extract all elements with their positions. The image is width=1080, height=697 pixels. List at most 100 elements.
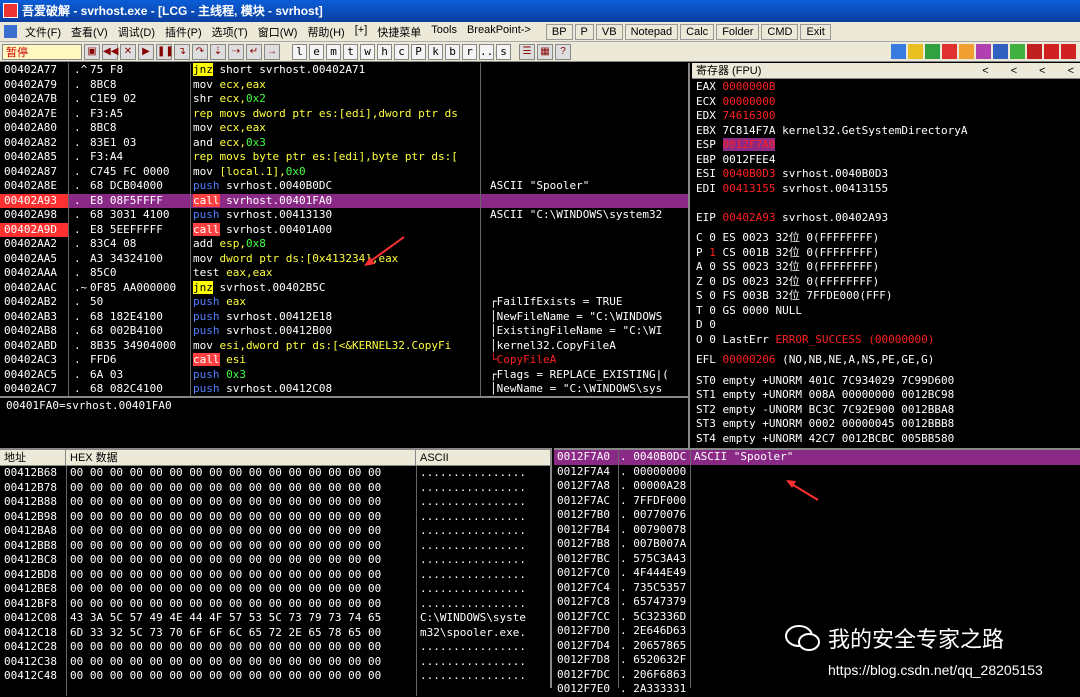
dump-row[interactable]: 00412C38 00 00 00 00 00 00 00 00 00 00 00… bbox=[0, 655, 550, 670]
menu-item[interactable]: Tools bbox=[426, 24, 462, 40]
disasm-row[interactable]: 00402A80. 8BC8 mov ecx,eax bbox=[0, 121, 688, 136]
flag-row[interactable]: D 0 bbox=[696, 318, 1080, 333]
disasm-row[interactable]: 00402AC7. 68 082C4100 push svrhost.00412C0… bbox=[0, 382, 688, 397]
plugin-icon-10[interactable] bbox=[1044, 44, 1059, 59]
tool-button[interactable]: CMD bbox=[761, 23, 799, 40]
menu-item[interactable]: [+] bbox=[350, 24, 373, 40]
dump-row[interactable]: 00412C28 00 00 00 00 00 00 00 00 00 00 00… bbox=[0, 640, 550, 655]
flag-value[interactable]: 0 bbox=[709, 289, 716, 302]
restart-icon[interactable]: ◀◀ bbox=[102, 43, 118, 60]
register-row[interactable]: ECX 00000000 bbox=[696, 95, 1080, 110]
window-letter-button[interactable]: c bbox=[394, 43, 409, 60]
stack-row[interactable]: 0012F7B4 . 00790078 bbox=[554, 523, 1080, 538]
window-letter-button[interactable]: P bbox=[411, 43, 426, 60]
disasm-row[interactable]: 00402AA2. 83C4 08 add esp,0x8 bbox=[0, 237, 688, 252]
help-icon[interactable]: ? bbox=[555, 43, 571, 60]
flag-row[interactable]: A 0 SS 0023 32位 0(FFFFFFFF) bbox=[696, 260, 1080, 275]
stack-row[interactable]: 0012F7A0. 0040B0DC ASCII "Spooler" bbox=[554, 450, 1080, 465]
register-row[interactable]: ESP 0012F7A0 bbox=[696, 138, 1080, 153]
flag-row[interactable]: O 0 LastErr ERROR_SUCCESS (00000000) bbox=[696, 333, 1080, 348]
flag-row[interactable]: C 0 ES 0023 32位 0(FFFFFFFF) bbox=[696, 231, 1080, 246]
options-icon[interactable]: ☰ bbox=[519, 43, 535, 60]
disassembly-pane[interactable]: 00402A77 .^ 75 F8 jnz short svrhost.00402A7… bbox=[0, 63, 690, 396]
registers-pane[interactable]: 寄存器 (FPU) < < < < EAX 0000000B ECX 00000000… bbox=[692, 63, 1080, 448]
stack-row[interactable]: 0012F7C8 . 65747379 bbox=[554, 595, 1080, 610]
memory-dump-pane[interactable]: 地址 HEX 数据 ASCII 00412B68 00 00 00 00 00 0… bbox=[0, 448, 552, 696]
tool-button[interactable]: Notepad bbox=[624, 23, 679, 40]
trace-into-icon[interactable]: ⇣ bbox=[210, 43, 226, 60]
open-icon[interactable]: ▣ bbox=[84, 43, 100, 60]
disasm-row[interactable]: 00402AB3. 68 182E4100 push svrhost.00412E1… bbox=[0, 310, 688, 325]
stack-row[interactable]: 0012F7C0 . 4F444E49 bbox=[554, 566, 1080, 581]
window-letter-button[interactable]: l bbox=[292, 43, 307, 60]
register-value[interactable]: 0012F7A0 bbox=[722, 138, 776, 151]
efl-value[interactable]: 00000206 bbox=[723, 353, 776, 366]
window-letter-button[interactable]: e bbox=[309, 43, 324, 60]
flag-value[interactable]: 0 bbox=[709, 231, 716, 244]
register-nav-button[interactable]: < bbox=[982, 63, 988, 78]
fpu-row[interactable]: ST3 empty +UNORM 0002 00000045 0012BBB8 bbox=[696, 417, 1080, 432]
plugin-icon-4[interactable] bbox=[942, 44, 957, 59]
dump-row[interactable]: 00412B98 00 00 00 00 00 00 00 00 00 00 00… bbox=[0, 510, 550, 525]
dump-row[interactable]: 00412C08 43 3A 5C 57 49 4E 44 4F 57 53 5C… bbox=[0, 611, 550, 626]
register-row[interactable]: EBX 7C814F7A kernel32.GetSystemDirectory… bbox=[696, 124, 1080, 139]
stack-row[interactable]: 0012F7BC . 575C3A43 bbox=[554, 552, 1080, 567]
register-row[interactable]: EAX 0000000B bbox=[696, 80, 1080, 95]
plugin-icon-9[interactable] bbox=[1027, 44, 1042, 59]
register-row[interactable]: EIP 00402A93 svrhost.00402A93 bbox=[696, 211, 1080, 226]
fpu-row[interactable]: ST2 empty -UNORM BC3C 7C92E900 0012BBA8 bbox=[696, 403, 1080, 418]
window-letter-button[interactable]: s bbox=[496, 43, 511, 60]
dump-row[interactable]: 00412BD8 00 00 00 00 00 00 00 00 00 00 00… bbox=[0, 568, 550, 583]
tool-button[interactable]: Folder bbox=[716, 23, 760, 40]
disasm-row[interactable]: 00402AC5. 6A 03 push 0x3 ┌Flags = REPLACE_E… bbox=[0, 368, 688, 383]
stack-row[interactable]: 0012F7B0 . 00770076 bbox=[554, 508, 1080, 523]
register-row[interactable] bbox=[696, 196, 1080, 211]
tool-button[interactable]: P bbox=[574, 23, 594, 40]
dump-row[interactable]: 00412BA8 00 00 00 00 00 00 00 00 00 00 00… bbox=[0, 524, 550, 539]
disasm-row[interactable]: 00402A87. C745 FC 0000 mov [local.1],0x0 bbox=[0, 165, 688, 180]
run-icon[interactable]: ▶ bbox=[138, 43, 154, 60]
menu-item[interactable]: 选项(T) bbox=[207, 24, 253, 40]
plugin-icon-11[interactable] bbox=[1061, 44, 1076, 59]
goto-icon[interactable]: → bbox=[264, 43, 280, 60]
disasm-row[interactable]: 00402A82. 83E1 03 and ecx,0x3 bbox=[0, 136, 688, 151]
window-letter-button[interactable]: ... bbox=[479, 43, 500, 60]
dump-row[interactable]: 00412B78 00 00 00 00 00 00 00 00 00 00 00… bbox=[0, 481, 550, 496]
dump-row[interactable]: 00412B88 00 00 00 00 00 00 00 00 00 00 00… bbox=[0, 495, 550, 510]
register-value[interactable]: 0040B0D3 bbox=[723, 167, 776, 180]
window-letter-button[interactable]: b bbox=[445, 43, 460, 60]
register-row[interactable]: EDI 00413155 svrhost.00413155 bbox=[696, 182, 1080, 197]
flag-row[interactable]: S 0 FS 003B 32位 7FFDE000(FFF) bbox=[696, 289, 1080, 304]
fpu-row[interactable]: ST1 empty +UNORM 008A 00000000 0012BC98 bbox=[696, 388, 1080, 403]
stack-pane[interactable]: 0012F7A0. 0040B0DC ASCII "Spooler" 0012F7A… bbox=[554, 448, 1080, 695]
plugin-icon-1[interactable] bbox=[891, 44, 906, 59]
tool-button[interactable]: Calc bbox=[680, 23, 715, 40]
fpu-row[interactable]: ST4 empty +UNORM 42C7 0012BCBC 005BB580 bbox=[696, 432, 1080, 447]
menu-item[interactable]: BreakPoint-> bbox=[462, 24, 536, 40]
disasm-row[interactable]: 00402AAA. 85C0 test eax,eax bbox=[0, 266, 688, 281]
flag-value[interactable]: 0 bbox=[709, 304, 716, 317]
stack-row[interactable]: 0012F7A4 . 00000000 bbox=[554, 465, 1080, 480]
disasm-row[interactable]: 00402A85. F3:A4 rep movs byte ptr es:[edi]… bbox=[0, 150, 688, 165]
menu-item[interactable]: 插件(P) bbox=[160, 24, 207, 40]
fpu-row[interactable]: ST0 empty +UNORM 401C 7C934029 7C99D600 bbox=[696, 374, 1080, 389]
tool-button[interactable]: VB bbox=[595, 23, 623, 40]
disasm-row[interactable]: 00402A7B. C1E9 02 shr ecx,0x2 bbox=[0, 92, 688, 107]
register-row[interactable]: EDX 74616300 bbox=[696, 109, 1080, 124]
execute-till-return-icon[interactable]: ↵ bbox=[246, 43, 262, 60]
trace-over-icon[interactable]: ⇢ bbox=[228, 43, 244, 60]
flag-value[interactable]: 1 bbox=[709, 246, 716, 259]
efl-row[interactable]: EFL 00000206 (NO,NB,NE,A,NS,PE,GE,G) bbox=[696, 353, 1080, 368]
register-nav-button[interactable]: < bbox=[1068, 63, 1074, 78]
window-letter-button[interactable]: w bbox=[360, 43, 375, 60]
register-nav-button[interactable]: < bbox=[1039, 63, 1045, 78]
register-row[interactable]: ESI 0040B0D3 svrhost.0040B0D3 bbox=[696, 167, 1080, 182]
register-value[interactable]: 0012FEE4 bbox=[723, 153, 776, 166]
dump-row[interactable]: 00412BF8 00 00 00 00 00 00 00 00 00 00 00… bbox=[0, 597, 550, 612]
disasm-row[interactable]: 00402AB8. 68 002B4100 push svrhost.00412B0… bbox=[0, 324, 688, 339]
window-letter-button[interactable]: t bbox=[343, 43, 358, 60]
register-value[interactable]: 0000000B bbox=[723, 80, 776, 93]
window-letter-button[interactable]: k bbox=[428, 43, 443, 60]
menu-item[interactable]: 帮助(H) bbox=[302, 24, 349, 40]
disasm-row[interactable]: 00402AB2. 50 push eax ┌FailIfExists = TRUE bbox=[0, 295, 688, 310]
